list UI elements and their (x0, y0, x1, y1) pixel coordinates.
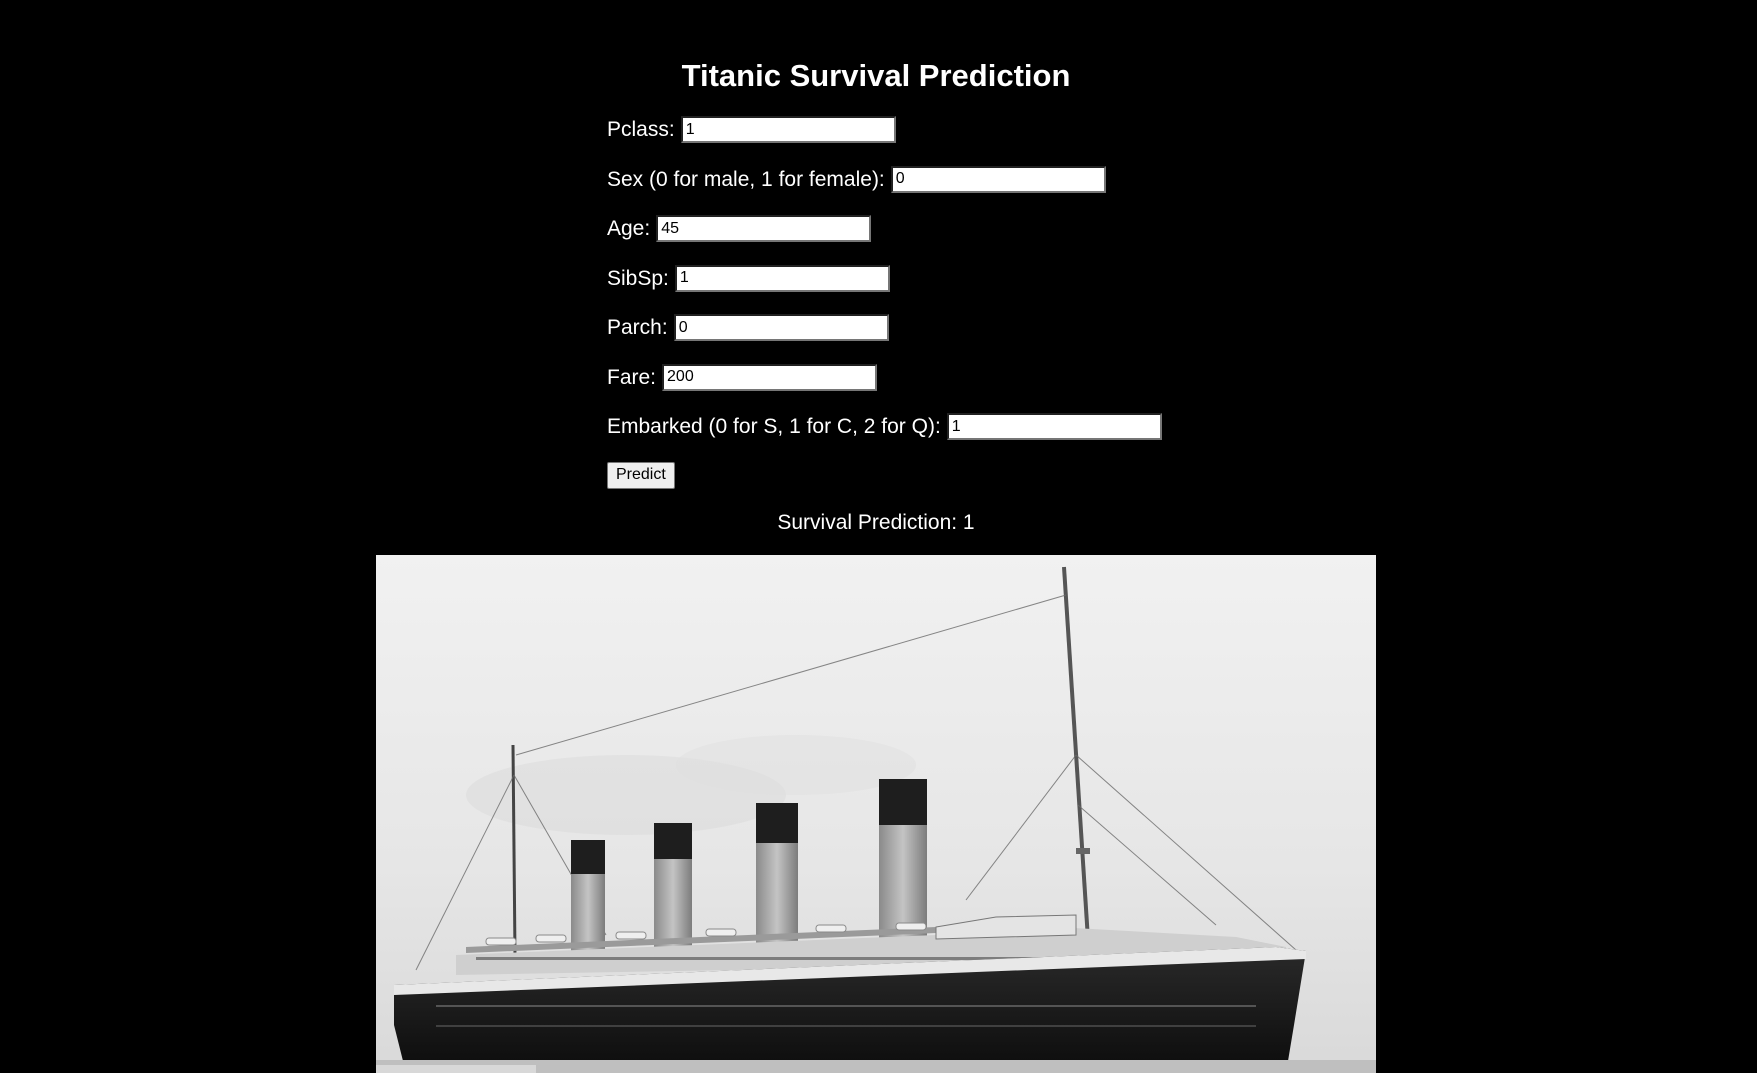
page: Titanic Survival Prediction Pclass: Sex … (0, 0, 1757, 1073)
pclass-label: Pclass: (607, 118, 675, 141)
field-row-sibsp: SibSp: (607, 264, 1307, 293)
pclass-input[interactable] (680, 116, 896, 143)
field-row-sex: Sex (0 for male, 1 for female): (607, 165, 1307, 194)
field-row-age: Age: (607, 214, 1307, 243)
field-row-parch: Parch: (607, 313, 1307, 342)
fare-input[interactable] (662, 363, 878, 391)
embarked-label: Embarked (0 for S, 1 for C, 2 for Q): (607, 415, 941, 438)
sex-label: Sex (0 for male, 1 for female): (607, 167, 885, 191)
predict-button[interactable]: Predict (607, 461, 675, 489)
fare-label: Fare: (607, 365, 657, 389)
prediction-form: Pclass: Sex (0 for male, 1 for female): … (607, 115, 1307, 490)
parch-label: Parch: (607, 316, 668, 339)
sex-input[interactable] (890, 165, 1106, 193)
sibsp-label: SibSp: (607, 266, 669, 290)
age-label: Age: (607, 217, 651, 240)
parch-input[interactable] (673, 314, 889, 341)
submit-row: Predict (607, 461, 1307, 490)
embarked-input[interactable] (946, 413, 1162, 440)
survival-prediction-result: Survival Prediction: 1 (777, 511, 975, 534)
page-title: Titanic Survival Prediction (681, 58, 1071, 93)
field-row-embarked: Embarked (0 for S, 1 for C, 2 for Q): (607, 412, 1307, 441)
field-row-pclass: Pclass: (607, 115, 1307, 144)
titanic-ship-photo (376, 555, 1376, 1073)
field-row-fare: Fare: (607, 363, 1307, 392)
age-input[interactable] (656, 215, 872, 242)
sibsp-input[interactable] (674, 264, 890, 292)
